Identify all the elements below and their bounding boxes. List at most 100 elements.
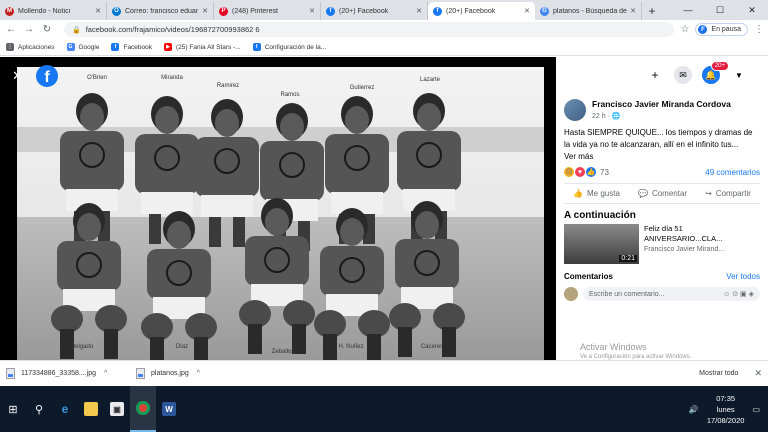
sad-reaction-icon: ☹ xyxy=(564,167,574,177)
tab-favicon-icon: M xyxy=(5,6,14,16)
tab-close-icon[interactable]: ✕ xyxy=(416,7,422,15)
bookmark-icon: f xyxy=(111,43,120,51)
edge-app-icon[interactable]: e xyxy=(52,386,78,432)
lock-icon: 🔒 xyxy=(72,26,81,34)
profile-avatar: F xyxy=(698,25,708,34)
like-button[interactable]: 👍 Me gusta xyxy=(573,189,620,198)
share-arrow-icon: ↪ xyxy=(705,189,712,198)
tab-favicon-icon: f xyxy=(433,6,442,16)
comment-count-link[interactable]: 49 comentarios xyxy=(705,168,760,177)
chrome-app-icon[interactable] xyxy=(130,386,156,432)
bookmark-label: Google xyxy=(78,43,100,51)
video-thumbnail[interactable]: 0:21 xyxy=(564,224,639,264)
facebook-logo-icon[interactable]: f xyxy=(36,65,58,87)
label-ramirez: Ramirez xyxy=(217,83,239,89)
post-side-panel: + ✉ 🔔 20+ ▼ Francisco Javier Miranda Cord… xyxy=(556,57,768,360)
video-duration: 0:21 xyxy=(619,255,637,262)
author-name[interactable]: Francisco Javier Miranda Cordova xyxy=(592,99,731,110)
windows-taskbar: ⊞ ⚲ e ▣ W 🔊 07:35 lunes 17/08/2020 ▭ xyxy=(0,386,768,432)
close-downloads-icon[interactable]: ✕ xyxy=(754,368,762,379)
browser-tab[interactable]: Gplatanos - Búsqueda de ✕ xyxy=(535,2,642,20)
account-menu-chevron-icon[interactable]: ▼ xyxy=(730,66,748,84)
reaction-summary[interactable]: ☹ ♥ 👍 73 xyxy=(564,167,609,177)
see-more-link[interactable]: Ver más xyxy=(564,151,760,163)
messenger-icon[interactable]: ✉ xyxy=(674,66,692,84)
download-item[interactable]: platanos.jpg ^ xyxy=(136,368,246,379)
system-tray: 🔊 07:35 lunes 17/08/2020 ▭ xyxy=(689,393,768,426)
close-viewer-icon[interactable]: ✕ xyxy=(12,68,23,84)
author-avatar[interactable] xyxy=(564,99,586,121)
see-all-comments-link[interactable]: Ver todos xyxy=(726,272,760,281)
bookmark-item[interactable]: f Configuración de la... xyxy=(252,43,327,51)
new-tab-button[interactable]: + xyxy=(642,2,662,20)
comments-header: Comentarios Ver todos xyxy=(556,264,768,285)
show-all-downloads-button[interactable]: Mostrar todo xyxy=(699,370,738,377)
browser-tab[interactable]: O Correo: francisco eduar ✕ xyxy=(107,2,214,20)
browser-tab[interactable]: f (20+) Facebook ✕ xyxy=(321,2,428,20)
tab-close-icon[interactable]: ✕ xyxy=(630,7,636,15)
forward-icon[interactable]: → xyxy=(22,24,36,35)
up-next-video[interactable]: 0:21 Feliz día 51 ANIVERSARIO...CLA... F… xyxy=(556,224,768,264)
file-explorer-icon[interactable] xyxy=(78,386,104,432)
tab-favicon-icon: f xyxy=(326,6,335,16)
windows-start-icon[interactable]: ⊞ xyxy=(0,386,26,432)
bookmark-label: Configuración de la... xyxy=(264,43,327,51)
label-gutierrez: Gutierrez xyxy=(350,85,375,91)
create-plus-icon[interactable]: + xyxy=(646,66,664,84)
my-avatar xyxy=(564,287,578,301)
clock-day: lunes xyxy=(716,404,735,414)
bookmark-icon: f xyxy=(252,43,261,51)
label-delgado: Delgado xyxy=(71,344,94,350)
watermark-title: Activar Windows xyxy=(580,342,647,352)
tab-close-icon[interactable]: ✕ xyxy=(202,7,208,15)
panel-toolbar: + ✉ 🔔 20+ ▼ xyxy=(556,57,768,93)
reactions-row: ☹ ♥ 👍 73 49 comentarios xyxy=(556,163,768,181)
profile-button[interactable]: F En pausa xyxy=(695,23,748,36)
omnibox[interactable]: 🔒 facebook.com/frajamico/videos/19687270… xyxy=(64,22,675,37)
share-button[interactable]: ↪ Compartir xyxy=(705,189,751,198)
post-actions: 👍 Me gusta 💬 Comentar ↪ Compartir xyxy=(564,183,760,204)
download-filename: 117334886_33358....jpg xyxy=(21,370,96,377)
tab-close-icon[interactable]: ✕ xyxy=(524,7,530,15)
close-window-button[interactable]: ✕ xyxy=(736,0,768,20)
bookmark-item[interactable]: f Facebook xyxy=(111,43,152,51)
store-app-icon[interactable]: ▣ xyxy=(104,386,130,432)
comments-heading: Comentarios xyxy=(564,272,613,281)
word-app-icon[interactable]: W xyxy=(156,386,182,432)
bookmark-label: Aplicaciones xyxy=(18,43,55,51)
bookmark-item[interactable]: ⋮ Aplicaciones xyxy=(6,43,55,51)
reload-icon[interactable]: ↻ xyxy=(40,24,54,35)
tab-title: Mollendo - Notici xyxy=(18,7,71,15)
tab-close-icon[interactable]: ✕ xyxy=(309,7,315,15)
bookmark-label: Facebook xyxy=(123,43,153,51)
tab-strip: M Mollendo - Notici ✕ O Correo: francisco ed… xyxy=(0,0,768,20)
back-icon[interactable]: ← xyxy=(4,24,18,35)
browser-tab[interactable]: P (248) Pinterest ✕ xyxy=(214,2,321,20)
video-title[interactable]: Feliz día 51 ANIVERSARIO...CLA... xyxy=(644,224,760,244)
bookmark-icon: ⋮ xyxy=(6,43,14,51)
emoji-sticker-icons[interactable]: ☺ ⊙ ▣ ◈ xyxy=(723,290,754,298)
minimize-button[interactable]: — xyxy=(672,0,704,20)
clock[interactable]: 07:35 lunes 17/08/2020 xyxy=(707,393,745,426)
notifications-bell-icon[interactable]: 🔔 20+ xyxy=(702,61,729,84)
browser-tab[interactable]: M Mollendo - Notici ✕ xyxy=(0,2,107,20)
chevron-up-icon[interactable]: ^ xyxy=(104,370,107,377)
maximize-button[interactable]: ☐ xyxy=(704,0,736,20)
tab-close-icon[interactable]: ✕ xyxy=(95,7,101,15)
downloads-bar: 117334886_33358....jpg ^ platanos.jpg ^ … xyxy=(0,360,768,386)
notifications-icon[interactable]: ▭ xyxy=(752,405,760,414)
comment-input[interactable]: Escribe un comentario... ☺ ⊙ ▣ ◈ xyxy=(583,287,760,301)
bookmark-item[interactable]: G Google xyxy=(66,43,100,51)
team-photo: O'Brien Miranda Ramirez Ramos Gutierrez … xyxy=(17,67,544,367)
search-icon[interactable]: ⚲ xyxy=(26,386,52,432)
bookmark-item[interactable]: ▶ (25) Fania All Stars -... xyxy=(164,43,241,51)
chevron-up-icon[interactable]: ^ xyxy=(197,370,200,377)
download-item[interactable]: 117334886_33358....jpg ^ xyxy=(6,368,116,379)
volume-icon[interactable]: 🔊 xyxy=(689,405,699,414)
image-file-icon xyxy=(136,368,145,379)
browser-menu-icon[interactable]: ⋮ xyxy=(754,24,764,35)
browser-tab[interactable]: f (20+) Facebook ✕ xyxy=(428,2,535,20)
comment-button[interactable]: 💬 Comentar xyxy=(638,189,687,198)
bookmark-star-icon[interactable]: ☆ xyxy=(680,24,689,35)
tab-title: (20+) Facebook xyxy=(339,7,389,15)
